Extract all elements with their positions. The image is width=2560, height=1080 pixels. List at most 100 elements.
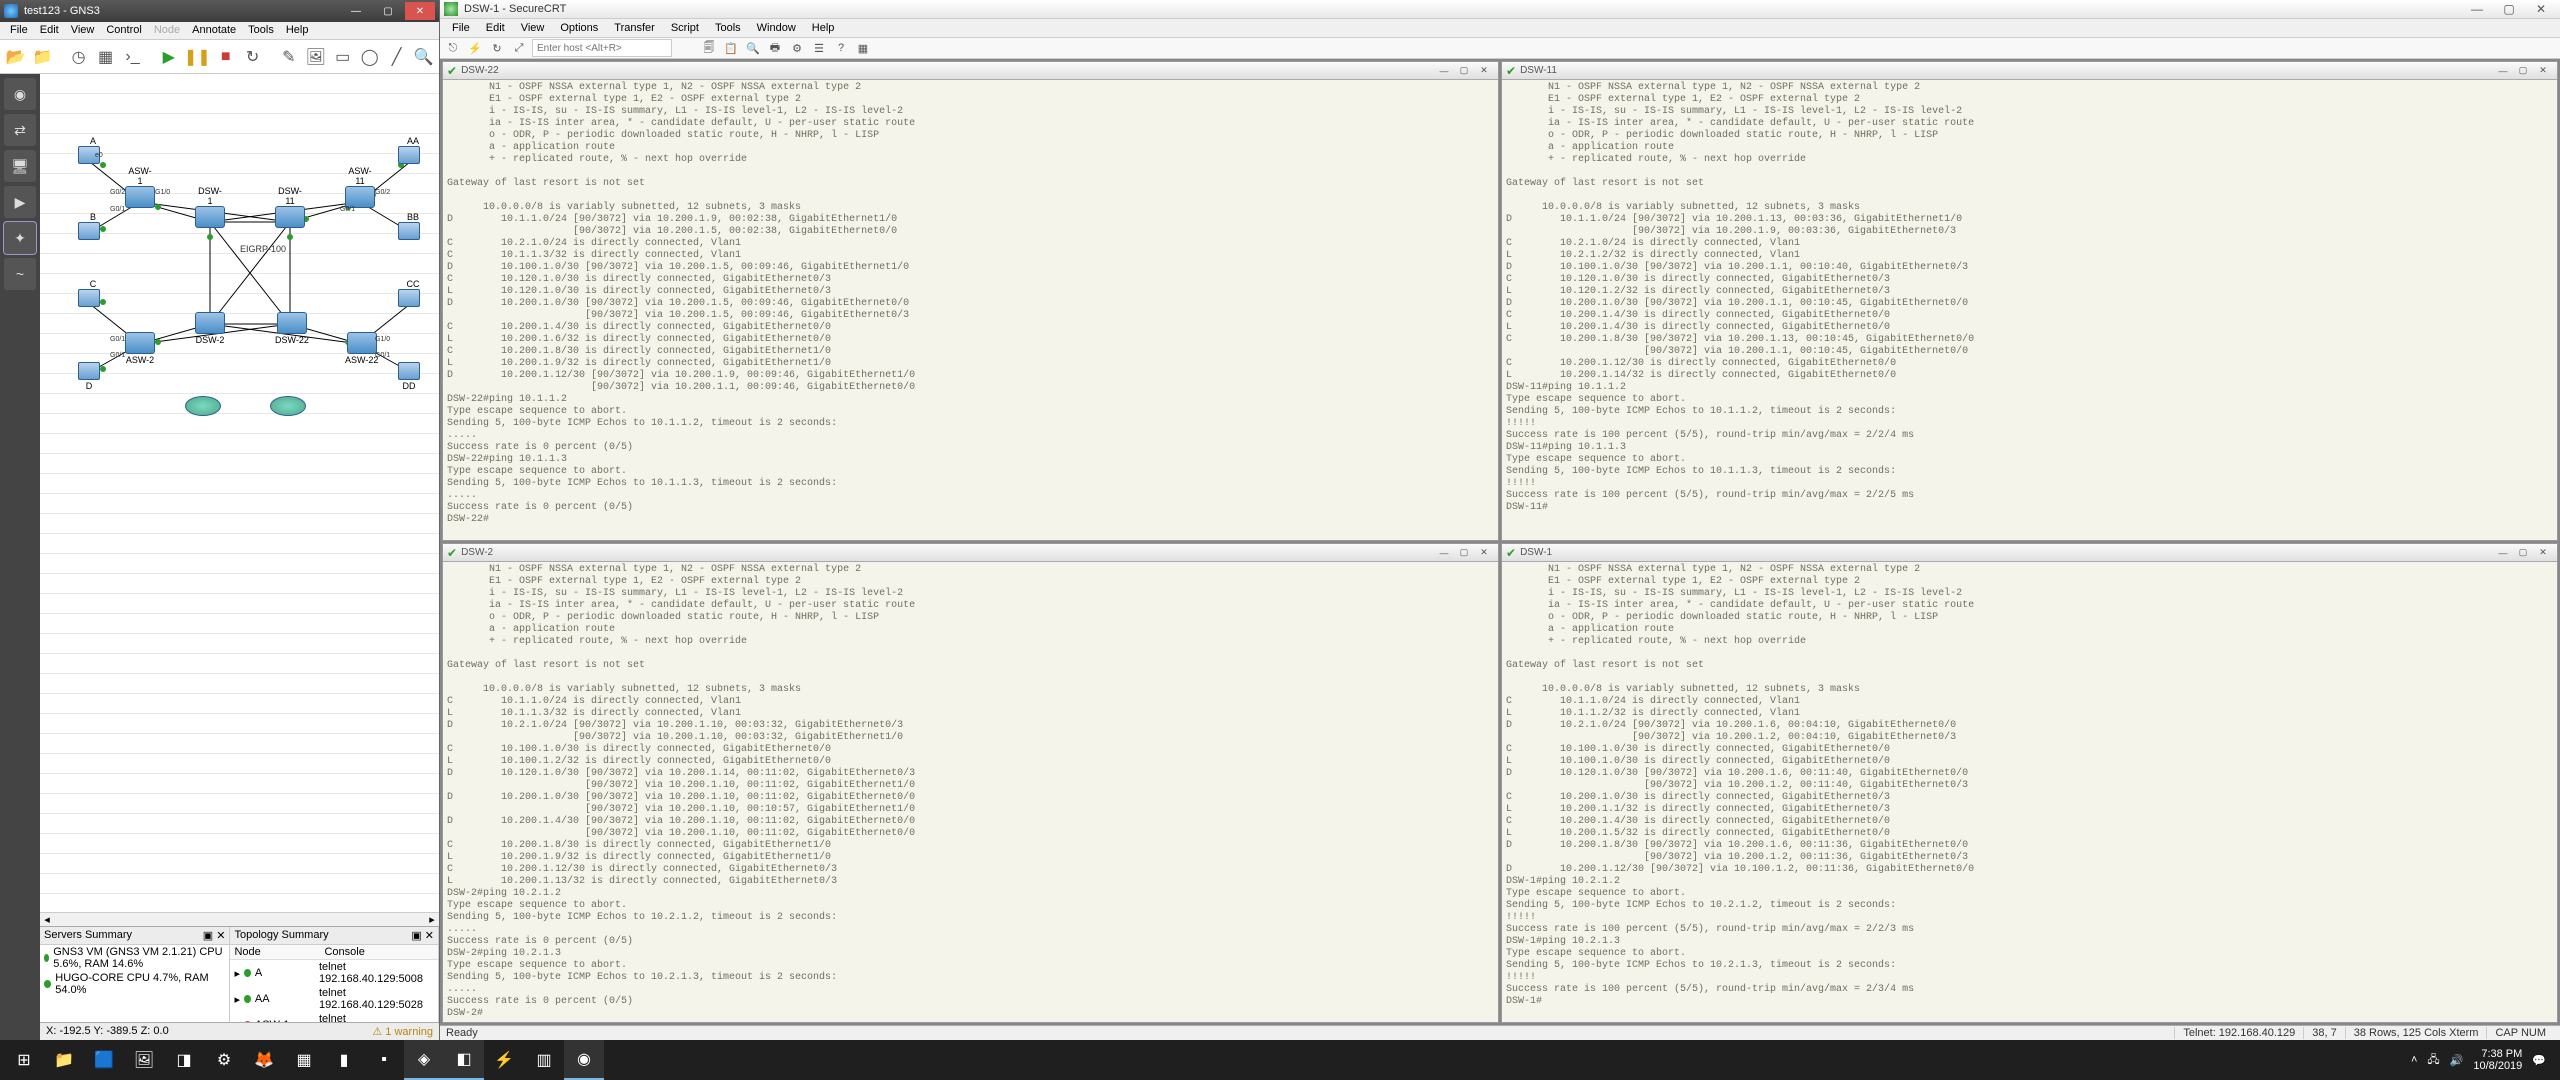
app-icon[interactable]: ◨ (164, 1040, 204, 1080)
topology-row[interactable]: ▸ AAtelnet 192.168.40.129:5028 (230, 986, 438, 1012)
reload-icon[interactable]: ↻ (241, 44, 264, 70)
server-row[interactable]: GNS3 VM (GNS3 VM 2.1.21) CPU 5.6%, RAM 1… (40, 945, 229, 971)
clock-icon[interactable]: ◷ (67, 44, 90, 70)
term-min[interactable]: — (2493, 548, 2513, 558)
term-close[interactable]: ✕ (1474, 547, 1494, 558)
session-options-icon[interactable]: ☰ (810, 39, 828, 57)
snapshot-icon[interactable]: ▦ (94, 44, 117, 70)
terminal-output[interactable]: N1 - OSPF NSSA external type 1, N2 - OSP… (1502, 562, 2557, 1022)
panel-buttons[interactable]: ▣ ✕ (203, 929, 226, 942)
system-clock[interactable]: 7:38 PM 10/8/2019 (2473, 1048, 2522, 1072)
menu-help[interactable]: Help (804, 19, 843, 37)
menu-file[interactable]: File (444, 19, 478, 37)
folder-icon[interactable]: 📁 (31, 44, 54, 70)
menu-window[interactable]: Window (749, 19, 804, 37)
menu-edit[interactable]: Edit (34, 22, 65, 39)
gns3-titlebar[interactable]: test123 - GNS3 — ▢ ✕ (0, 0, 439, 22)
open-icon[interactable]: 📂 (4, 44, 27, 70)
paste-icon[interactable]: 📋 (722, 39, 740, 57)
print-icon[interactable]: 🖶 (766, 39, 784, 57)
explorer-icon[interactable]: 📁 (44, 1040, 84, 1080)
term-close[interactable]: ✕ (1474, 65, 1494, 76)
term-min[interactable]: — (1434, 66, 1454, 76)
ellipse-icon[interactable]: ◯ (358, 44, 381, 70)
minimize-button[interactable]: — (341, 2, 371, 20)
maximize-button[interactable]: ▢ (373, 2, 403, 20)
menu-annotate[interactable]: Annotate (186, 22, 242, 39)
terminal-output[interactable]: N1 - OSPF NSSA external type 1, N2 - OSP… (443, 562, 1498, 1022)
menu-file[interactable]: File (4, 22, 34, 39)
close-button[interactable]: ✕ (2526, 0, 2556, 18)
notifications-icon[interactable]: 💬 (2532, 1054, 2546, 1067)
copy-icon[interactable]: 🗐 (700, 39, 718, 57)
link-tool-icon[interactable]: ~ (4, 258, 36, 290)
line-icon[interactable]: ╱ (385, 44, 408, 70)
menu-tools[interactable]: Tools (242, 22, 280, 39)
scroll-left-icon[interactable]: ◂ (40, 913, 54, 926)
disconnect-icon[interactable]: ⤢ (510, 39, 528, 57)
scroll-right-icon[interactable]: ▸ (425, 913, 439, 926)
topology-row[interactable]: ▸ Atelnet 192.168.40.129:5008 (230, 960, 438, 986)
photos-icon[interactable]: 🖼 (124, 1040, 164, 1080)
find-icon[interactable]: 🔍 (744, 39, 762, 57)
terminal-output[interactable]: N1 - OSPF NSSA external type 1, N2 - OSP… (443, 80, 1498, 540)
topology-row[interactable]: ▸ ASW-1telnet 192.168.40.129:5004 (230, 1012, 438, 1022)
menu-help[interactable]: Help (280, 22, 315, 39)
terminal-icon[interactable]: ▮ (324, 1040, 364, 1080)
menu-view[interactable]: View (65, 22, 101, 39)
term-close[interactable]: ✕ (2533, 547, 2553, 558)
security-category-icon[interactable]: ▶ (4, 186, 36, 218)
all-category-icon[interactable]: ✦ (4, 222, 36, 254)
settings-icon[interactable]: ⚙ (204, 1040, 244, 1080)
quick-icon[interactable]: ⚡ (466, 39, 484, 57)
terminal-output[interactable]: N1 - OSPF NSSA external type 1, N2 - OSP… (1502, 80, 2557, 540)
tray-network-icon[interactable]: 🖧 (2427, 1051, 2439, 1070)
crt-titlebar[interactable]: DSW-1 - SecureCRT — ▢ ✕ (440, 0, 2560, 19)
menu-control[interactable]: Control (100, 22, 147, 39)
image-icon[interactable]: 🖼 (304, 44, 327, 70)
maximize-button[interactable]: ▢ (2494, 0, 2524, 18)
firefox-icon[interactable]: 🦊 (244, 1040, 284, 1080)
close-button[interactable]: ✕ (405, 2, 435, 20)
term-max[interactable]: ▢ (1454, 547, 1474, 558)
menu-options[interactable]: Options (552, 19, 606, 37)
securecrt-task-icon[interactable]: ◉ (564, 1040, 604, 1080)
tray-volume-icon[interactable]: 🔊 (2450, 1054, 2464, 1067)
about-icon[interactable]: ▦ (854, 39, 872, 57)
menu-edit[interactable]: Edit (478, 19, 513, 37)
connect-icon[interactable]: ⎋ (444, 39, 462, 57)
menu-view[interactable]: View (513, 19, 553, 37)
play-icon[interactable]: ▶ (157, 44, 180, 70)
pause-icon[interactable]: ❚❚ (184, 44, 210, 70)
menu-script[interactable]: Script (663, 19, 707, 37)
term-min[interactable]: — (2493, 66, 2513, 76)
vmware-icon[interactable]: ▦ (284, 1040, 324, 1080)
menu-transfer[interactable]: Transfer (606, 19, 663, 37)
term-max[interactable]: ▢ (1454, 65, 1474, 76)
edge-icon[interactable]: 🟦 (84, 1040, 124, 1080)
menu-tools[interactable]: Tools (707, 19, 749, 37)
term-max[interactable]: ▢ (2513, 65, 2533, 76)
wireshark-icon[interactable]: ⚡ (484, 1040, 524, 1080)
zoom-icon[interactable]: 🔍 (412, 44, 435, 70)
term-close[interactable]: ✕ (2533, 65, 2553, 76)
switch-category-icon[interactable]: ⇄ (4, 114, 36, 146)
enddevice-category-icon[interactable]: 🖥 (4, 150, 36, 182)
tray-up-icon[interactable]: ˄ (2411, 1054, 2417, 1066)
settings-icon[interactable]: ⚙ (788, 39, 806, 57)
host-input[interactable] (532, 39, 672, 57)
gns3-task-icon[interactable]: ◈ (404, 1040, 444, 1080)
server-row[interactable]: HUGO-CORE CPU 4.7%, RAM 54.0% (40, 971, 229, 997)
stop-icon[interactable]: ■ (214, 44, 237, 70)
note-icon[interactable]: ✎ (277, 44, 300, 70)
help-icon[interactable]: ? (832, 39, 850, 57)
router-category-icon[interactable]: ◉ (4, 78, 36, 110)
topology-canvas[interactable]: EIGRP-100 A B AA BB (40, 74, 439, 912)
reconnect-icon[interactable]: ↻ (488, 39, 506, 57)
panel-buttons[interactable]: ▣ ✕ (411, 929, 434, 942)
app2-task-icon[interactable]: ◧ (444, 1040, 484, 1080)
cmd-icon[interactable]: ▪ (364, 1040, 404, 1080)
term-min[interactable]: — (1434, 548, 1454, 558)
start-button[interactable]: ⊞ (4, 1040, 44, 1080)
rect-icon[interactable]: ▭ (331, 44, 354, 70)
